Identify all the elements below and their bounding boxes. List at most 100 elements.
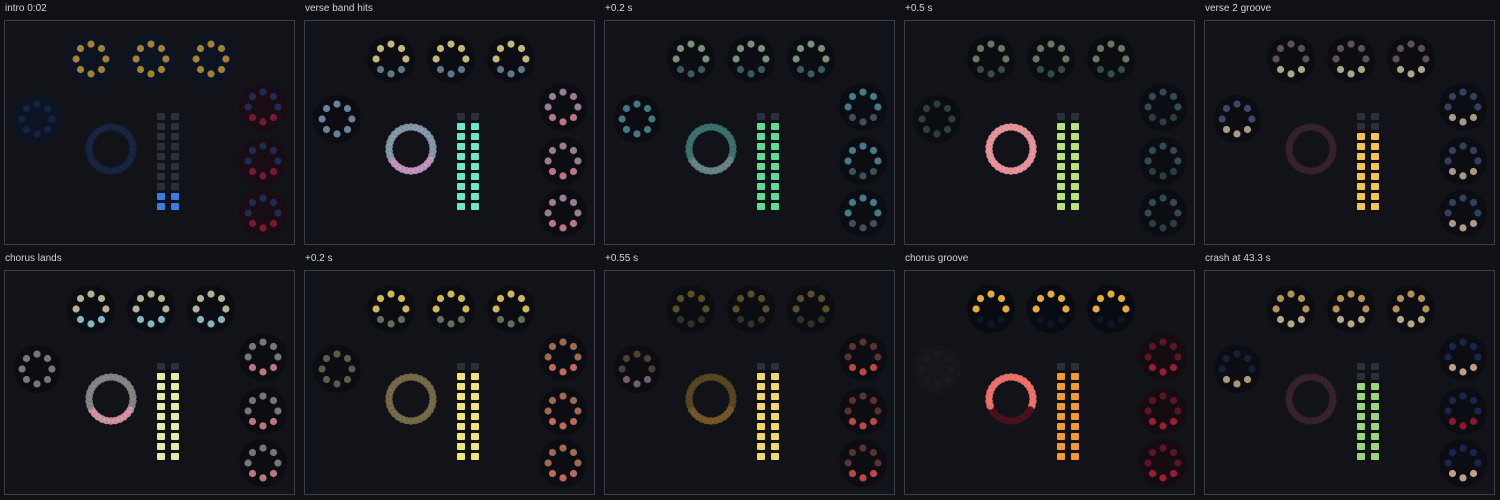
scene-panel[interactable]: +0.2 s	[600, 0, 900, 250]
meter-cell	[1057, 453, 1065, 460]
fixture-led	[1036, 65, 1045, 74]
fixture-led	[397, 44, 406, 53]
fixture-led	[22, 125, 31, 134]
scene-panel[interactable]: +0.55 s	[600, 250, 900, 500]
fixture-led	[736, 315, 745, 324]
meter-cell	[1357, 113, 1365, 120]
fixture-led	[72, 55, 80, 63]
scene-panel[interactable]: verse band hits	[300, 0, 600, 250]
meter-cell	[757, 433, 765, 440]
fixture-led	[33, 130, 41, 138]
meter-cell	[757, 413, 765, 420]
fixture-led	[1057, 315, 1066, 324]
fixture-led	[1448, 417, 1457, 426]
stage-canvas	[313, 285, 587, 487]
fixture-led	[918, 365, 926, 373]
meter-cell	[471, 413, 479, 420]
meter-cell	[457, 113, 465, 120]
fixture-led	[859, 474, 867, 482]
fixture-led	[747, 290, 755, 298]
top-fixture	[787, 285, 835, 333]
fixture-led	[18, 365, 26, 373]
fixture-led	[848, 417, 857, 426]
fixture-led	[432, 305, 440, 313]
fixture-led	[259, 88, 267, 96]
fixture-led	[1248, 365, 1256, 373]
fixture-led	[1148, 448, 1157, 457]
scene-panel[interactable]: chorus lands	[0, 250, 300, 500]
meter-cell	[757, 153, 765, 160]
fixture-led	[622, 375, 631, 384]
meter-cell	[771, 193, 779, 200]
led-ring	[85, 373, 137, 425]
fixture-led	[1469, 167, 1478, 176]
meter-cell	[457, 123, 465, 130]
meter-cell	[757, 393, 765, 400]
fixture-led	[574, 353, 582, 361]
fixture-led	[859, 142, 867, 150]
fixture-led	[248, 146, 257, 155]
fixture-led	[1422, 55, 1430, 63]
scene-panel[interactable]: +0.5 s	[900, 0, 1200, 250]
scene-panel[interactable]: intro 0:02	[0, 0, 300, 250]
right-fixture	[1439, 83, 1487, 131]
fixture-led	[1362, 55, 1370, 63]
panel-label: +0.2 s	[605, 3, 633, 14]
meter-cell	[1071, 153, 1079, 160]
meter-cell	[457, 453, 465, 460]
fixture-led	[844, 459, 852, 467]
fixture-led	[1218, 115, 1226, 123]
meter-cell	[457, 373, 465, 380]
fixture-led	[1347, 320, 1355, 328]
fixture-led	[933, 130, 941, 138]
fixture-led	[997, 65, 1006, 74]
fixture-led	[496, 65, 505, 74]
scene-panel[interactable]: +0.2 s	[300, 250, 600, 500]
fixture-led	[33, 100, 41, 108]
right-fixture	[239, 439, 287, 487]
meter-cell	[157, 123, 165, 130]
fixture-led	[943, 375, 952, 384]
fixture-led	[1047, 70, 1055, 78]
meter-cell	[1071, 173, 1079, 180]
fixture-led	[697, 44, 706, 53]
fixture-led	[1474, 407, 1482, 415]
level-meter	[757, 113, 779, 210]
fixture-led	[333, 350, 341, 358]
scene-panel[interactable]: verse 2 groove	[1200, 0, 1500, 250]
left-fixture	[13, 95, 61, 143]
fixture-led	[943, 354, 952, 363]
fixture-led	[1469, 396, 1478, 405]
ring-led	[1302, 123, 1311, 132]
scene-panel[interactable]: crash at 43.3 s	[1200, 250, 1500, 500]
fixture-led	[1222, 375, 1231, 384]
right-fixture	[239, 387, 287, 435]
fixture-led	[1122, 55, 1130, 63]
fixture-led	[522, 55, 530, 63]
fixture-led	[1174, 459, 1182, 467]
stage-view	[4, 270, 295, 495]
meter-cell	[171, 453, 179, 460]
scene-panel[interactable]: chorus groove	[900, 250, 1200, 500]
right-fixture	[1439, 439, 1487, 487]
fixture-led	[1459, 444, 1467, 452]
fixture-led	[1159, 368, 1167, 376]
meter-cell	[1371, 363, 1379, 370]
fixture-led	[343, 104, 352, 113]
fixture-led	[848, 342, 857, 351]
fixture-led	[574, 407, 582, 415]
fixture-led	[1448, 342, 1457, 351]
right-fixture	[839, 333, 887, 381]
fixture-led	[559, 338, 567, 346]
stage-view	[4, 20, 295, 245]
fixture-led	[372, 55, 380, 63]
meter-cell	[771, 203, 779, 210]
fixture-led	[848, 469, 857, 478]
fixture-led	[848, 167, 857, 176]
fixture-led	[43, 375, 52, 384]
fixture-led	[269, 146, 278, 155]
top-fixture	[1267, 35, 1315, 83]
meter-cell	[457, 203, 465, 210]
right-fixture	[1439, 189, 1487, 237]
meter-cell	[757, 113, 765, 120]
